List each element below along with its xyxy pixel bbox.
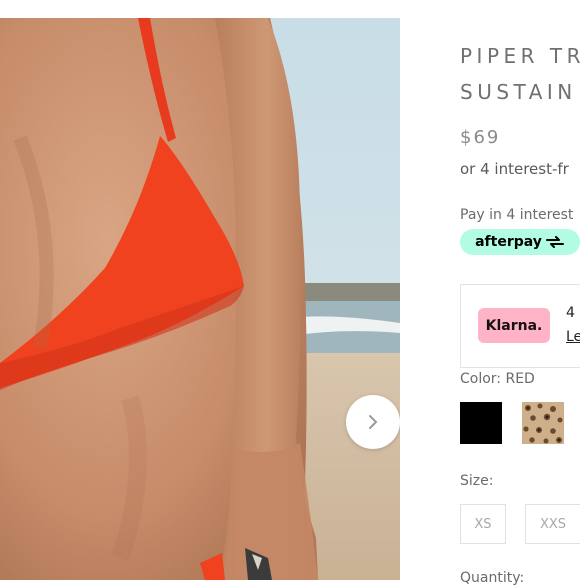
product-info: PIPER TR SUSTAIN $69 or 4 interest-fr Pa… <box>460 0 580 586</box>
afterpay-arrows-icon <box>545 236 564 248</box>
product-title-line2: SUSTAIN <box>460 80 577 104</box>
size-label: Size: <box>460 473 494 489</box>
klarna-learn-more-link[interactable]: Le <box>566 329 580 345</box>
product-title: PIPER TR SUSTAIN <box>460 38 580 110</box>
chevron-right-icon <box>369 415 378 429</box>
color-swatch-leopard[interactable] <box>522 402 564 444</box>
afterpay-pay-in-text: Pay in 4 interest <box>460 207 574 223</box>
afterpay-badge[interactable]: afterpay <box>460 229 580 255</box>
klarna-logo: Klarna. <box>478 308 550 343</box>
product-title-line1: PIPER TR <box>460 44 580 68</box>
size-option-xxs[interactable]: XXS <box>525 504 580 544</box>
afterpay-logo-text: afterpay <box>475 234 542 250</box>
klarna-installments-number: 4 <box>566 305 575 321</box>
klarna-box: Klarna. 4 Le <box>460 284 580 368</box>
size-option-xs[interactable]: XS <box>460 504 506 544</box>
color-swatch-black[interactable] <box>460 402 502 444</box>
installments-text: or 4 interest-fr <box>460 160 569 178</box>
color-label: Color: RED <box>460 371 535 387</box>
product-image <box>0 18 400 580</box>
quantity-label: Quantity: <box>460 570 525 586</box>
next-image-button[interactable] <box>346 395 400 449</box>
product-price: $69 <box>460 127 501 148</box>
